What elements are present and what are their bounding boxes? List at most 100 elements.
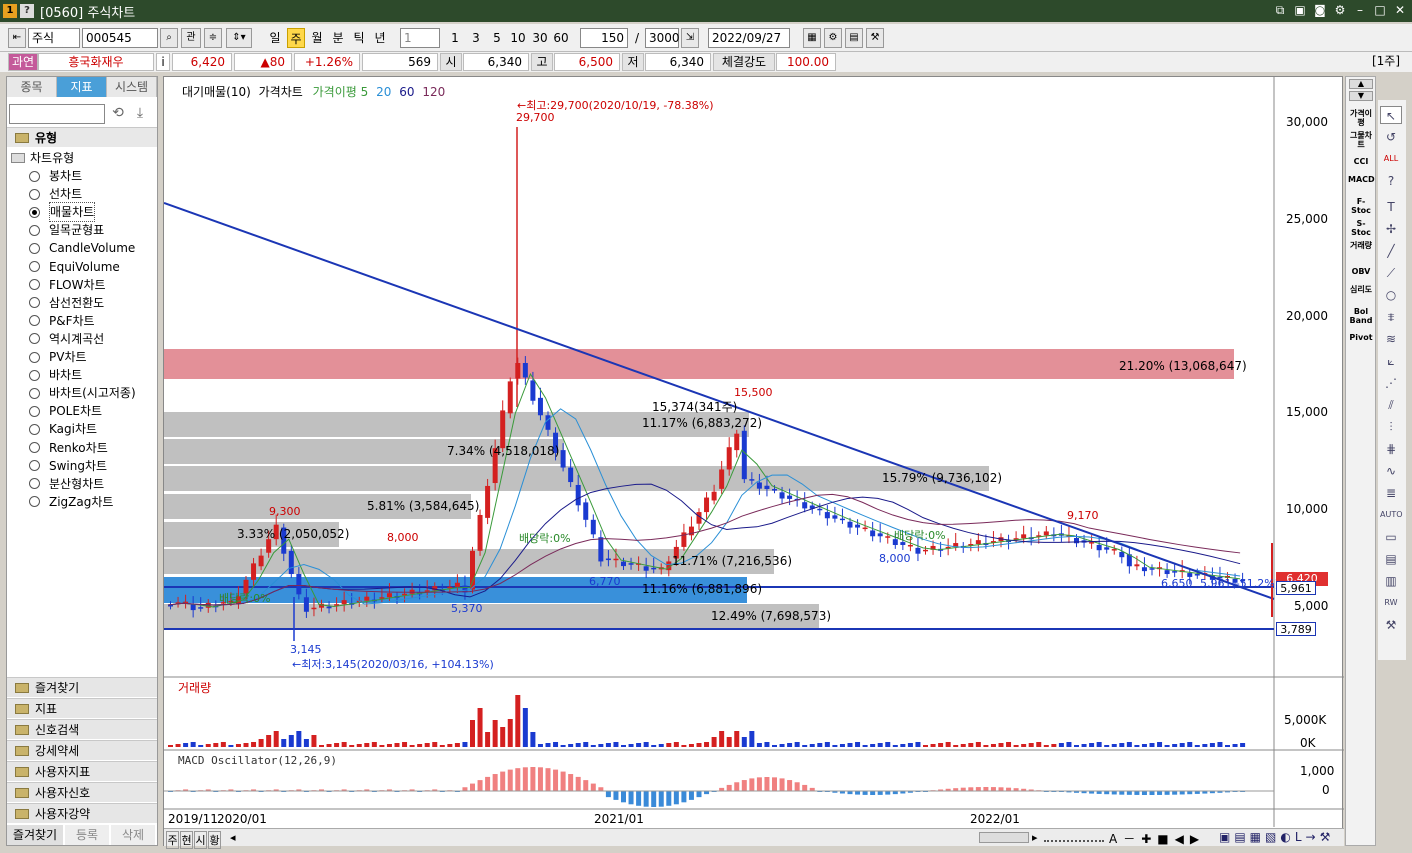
scroll-up-icon[interactable]: ▲: [1349, 79, 1373, 89]
indicator-search-input[interactable]: [9, 104, 105, 124]
shortcut-psy[interactable]: 심리도: [1348, 285, 1374, 294]
gwan-button[interactable]: 관: [181, 28, 201, 48]
chart-type-option[interactable]: CandleVolume: [29, 239, 135, 257]
chart-type-option[interactable]: EquiVolume: [29, 258, 120, 276]
radio-icon[interactable]: [29, 170, 40, 182]
shortcut-cci[interactable]: CCI: [1348, 157, 1374, 166]
radio-icon[interactable]: [29, 188, 40, 200]
shortcut-bolband[interactable]: Bol Band: [1348, 307, 1374, 325]
chart-type-option[interactable]: 봉차트: [29, 167, 82, 185]
count-input[interactable]: 150: [580, 28, 628, 48]
count-reset-icon[interactable]: ⇲: [681, 28, 699, 48]
cross-tool-icon[interactable]: ✢: [1380, 220, 1402, 238]
interval-10[interactable]: 10: [508, 28, 528, 48]
period-day[interactable]: 일: [266, 28, 284, 48]
interval-60[interactable]: 60: [551, 28, 571, 48]
interval-1[interactable]: 1: [446, 28, 464, 48]
chart-type-option[interactable]: 선차트: [29, 185, 82, 203]
refresh-icon[interactable]: ⟲: [109, 105, 127, 123]
line-tool-icon[interactable]: ╱: [1380, 242, 1402, 260]
radio-icon[interactable]: [29, 351, 40, 363]
chart-type-option[interactable]: Swing차트: [29, 457, 107, 475]
chart-type-option[interactable]: 일목균형표: [29, 221, 104, 239]
period-year[interactable]: 년: [371, 28, 389, 48]
chart-canvas[interactable]: [164, 77, 1344, 847]
period-week[interactable]: 주: [287, 28, 305, 48]
save-screen-icon[interactable]: ▣: [1292, 2, 1308, 18]
chart-type-option[interactable]: 삼선전환도: [29, 294, 104, 312]
nav-market[interactable]: 시: [194, 831, 207, 849]
rs-tool-icon[interactable]: RW: [1380, 594, 1402, 612]
minimize-icon[interactable]: –: [1352, 2, 1368, 18]
interval-5[interactable]: 5: [488, 28, 506, 48]
radio-icon[interactable]: [29, 369, 40, 381]
gann-tool-icon[interactable]: ⟀: [1380, 352, 1402, 370]
register-button[interactable]: 등록: [65, 825, 109, 845]
shortcut-net[interactable]: 그물차트: [1348, 131, 1374, 149]
period-tick[interactable]: 틱: [350, 28, 368, 48]
compare-icon[interactable]: ≑: [204, 28, 222, 48]
shortcut-macd[interactable]: MACD: [1348, 175, 1375, 184]
close-icon[interactable]: ✕: [1392, 2, 1408, 18]
radio-icon[interactable]: [29, 387, 40, 399]
shortcut-fstoc[interactable]: F-Stoc: [1348, 197, 1374, 215]
folder-user-indicators[interactable]: 사용자지표: [7, 761, 157, 781]
chart-type-option[interactable]: FLOW차트: [29, 276, 106, 294]
tab-stocks[interactable]: 종목: [7, 77, 57, 97]
delete-button[interactable]: 삭제: [111, 825, 155, 845]
stock-code-input[interactable]: 000545: [82, 28, 158, 48]
shortcut-pivot[interactable]: Pivot: [1348, 333, 1374, 342]
market-select[interactable]: 주식: [28, 28, 80, 48]
grid-tool-icon[interactable]: ⋕: [1380, 440, 1402, 458]
wave-tool-icon[interactable]: ∿: [1380, 462, 1402, 480]
radio-icon[interactable]: [29, 496, 40, 508]
scroll-right-icon[interactable]: ▸: [1032, 831, 1038, 844]
folder-indicators[interactable]: 지표: [7, 698, 157, 718]
radio-icon[interactable]: [29, 315, 40, 327]
folder-user-signals[interactable]: 사용자신호: [7, 782, 157, 802]
radio-icon[interactable]: [29, 333, 40, 345]
period-month[interactable]: 월: [308, 28, 326, 48]
pointer-icon[interactable]: ↖: [1380, 106, 1402, 124]
delete-all-icon[interactable]: ALL: [1380, 150, 1402, 168]
window-tool-icon[interactable]: ▭: [1380, 528, 1402, 546]
fib-tool-icon[interactable]: ⩨: [1380, 308, 1402, 326]
link-icon[interactable]: ⧉: [1272, 2, 1288, 18]
auto-tool-icon[interactable]: AUTO: [1380, 506, 1403, 524]
chart-type-option[interactable]: 매물차트: [29, 202, 96, 223]
search-icon[interactable]: ⌕: [160, 28, 178, 48]
subsection-chart-type[interactable]: 차트유형: [11, 149, 74, 166]
shortcut-obv[interactable]: OBV: [1348, 267, 1374, 276]
max-count-input[interactable]: 3000: [645, 28, 680, 48]
radio-icon[interactable]: [29, 242, 40, 254]
interval-select[interactable]: 1: [400, 28, 440, 48]
maximize-icon[interactable]: □: [1372, 2, 1388, 18]
text-tool-icon[interactable]: T: [1380, 198, 1402, 216]
view-tools-icon[interactable]: ▣▤▦▧◐L→⚒: [1219, 830, 1334, 844]
radio-icon[interactable]: [29, 297, 40, 309]
undo-icon[interactable]: ↺: [1380, 128, 1402, 146]
channel-tool-icon[interactable]: ≋: [1380, 330, 1402, 348]
scrollbar-thumb[interactable]: [979, 832, 1029, 843]
scroll-down-icon[interactable]: ▼: [1349, 91, 1373, 101]
barchart-tool-icon[interactable]: ▥: [1380, 572, 1402, 590]
circle-tool-icon[interactable]: ○: [1380, 286, 1402, 304]
fan-tool-icon[interactable]: ⋰: [1380, 374, 1402, 392]
shortcut-volume[interactable]: 거래량: [1348, 241, 1374, 250]
parallel-tool-icon[interactable]: ⫽: [1380, 396, 1402, 414]
help-badge[interactable]: ?: [20, 4, 34, 18]
screen-number-badge[interactable]: 1: [3, 4, 17, 18]
chart-type-option[interactable]: PV차트: [29, 348, 87, 366]
radio-icon[interactable]: [29, 224, 40, 236]
settings-icon[interactable]: ⚙: [1332, 2, 1348, 18]
steps-tool-icon[interactable]: ≣: [1380, 484, 1402, 502]
shortcut-sstoc[interactable]: S-Stoc: [1348, 219, 1374, 237]
radio-icon[interactable]: [29, 279, 40, 291]
prev-stock-icon[interactable]: ⇤: [8, 28, 26, 48]
radio-icon[interactable]: [29, 442, 40, 453]
save-icon[interactable]: ▤: [845, 28, 863, 48]
folder-signal-search[interactable]: 신호검색: [7, 719, 157, 739]
zoom-slider[interactable]: [1044, 834, 1104, 842]
radio-icon[interactable]: [29, 261, 40, 272]
chart-type-option[interactable]: 역시계곡선: [29, 330, 104, 348]
